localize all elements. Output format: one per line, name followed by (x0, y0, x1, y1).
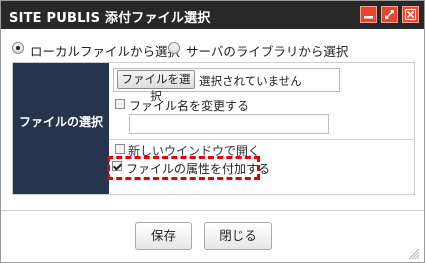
title-bar[interactable]: SITE PUBLIS 添付ファイル選択 (1, 1, 424, 29)
close-button[interactable]: 閉じる (204, 222, 272, 250)
rename-checkbox[interactable] (115, 99, 125, 109)
choose-file-button[interactable]: ファイルを選択 (117, 70, 195, 103)
row-divider (109, 139, 414, 140)
local-file-label[interactable]: ローカルファイルから選択 (30, 41, 180, 60)
close-icon[interactable] (402, 6, 419, 23)
file-status-text: 選択されていません (199, 74, 302, 88)
dialog-title: SITE PUBLIS 添付ファイル選択 (9, 11, 211, 26)
local-file-radio[interactable] (12, 42, 24, 54)
maximize-icon[interactable] (381, 6, 398, 23)
highlight-annotation (107, 156, 260, 180)
server-library-radio[interactable] (168, 42, 180, 54)
new-window-checkbox[interactable] (115, 144, 125, 154)
rename-input[interactable] (129, 114, 329, 134)
resize-grip-icon[interactable] (406, 246, 420, 260)
minimize-icon[interactable] (360, 6, 377, 23)
save-button[interactable]: 保存 (135, 222, 192, 250)
rename-label[interactable]: ファイル名を変更する (129, 97, 249, 114)
file-attach-dialog: SITE PUBLIS 添付ファイル選択 ローカルファイルから選択 サーバのライ… (0, 0, 425, 263)
table-header-cell: ファイルの選択 (13, 63, 109, 194)
file-selection-header: ファイルの選択 (18, 115, 103, 129)
server-library-label[interactable]: サーバのライブラリから選択 (186, 41, 348, 60)
footer-divider (1, 210, 424, 211)
